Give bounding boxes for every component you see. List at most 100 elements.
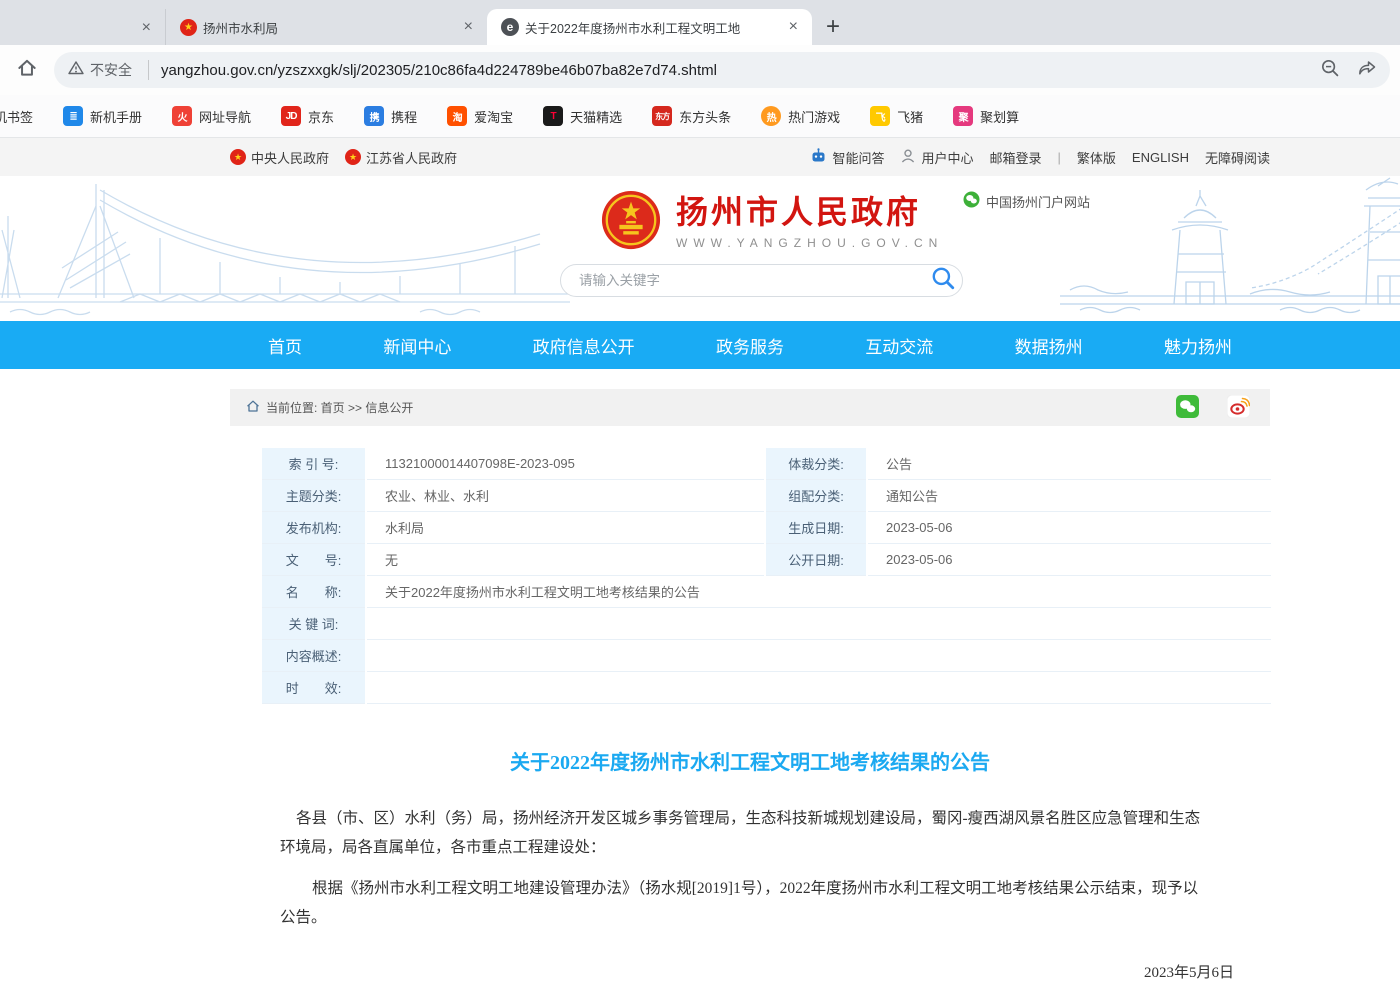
tmall-icon: T (543, 106, 563, 126)
bookmark-label: 机书签 (0, 107, 33, 126)
tab-announcement-active[interactable]: e 关于2022年度扬州市水利工程文明工地 × (487, 9, 812, 45)
partial-tab[interactable]: × (0, 11, 165, 45)
close-icon[interactable]: × (785, 17, 802, 37)
meta-label: 文 号: (262, 544, 365, 576)
bookmark-item[interactable]: JD 京东 (281, 106, 334, 126)
gov-link-label: 中央人民政府 (251, 148, 329, 167)
bookmark-label: 爱淘宝 (474, 107, 513, 126)
wechat-icon (963, 191, 980, 211)
page-content: 当前位置: 首页 >> 信息公开 索 引 号: 1132100001440709… (230, 389, 1270, 997)
meta-value: 农业、林业、水利 (367, 480, 764, 512)
site-search[interactable] (560, 264, 963, 297)
gov-link-label: 江苏省人民政府 (366, 148, 457, 167)
not-secure-warning-icon (68, 60, 84, 81)
meta-label: 生成日期: (766, 512, 866, 544)
user-center-link[interactable]: 用户中心 (900, 148, 973, 167)
mail-login-link[interactable]: 邮箱登录 (989, 148, 1041, 167)
new-tab-button[interactable]: + (826, 13, 840, 41)
article-date: 2023年5月6日 (230, 961, 1234, 982)
meta-value: 无 (367, 544, 764, 576)
nav-item-news[interactable]: 新闻中心 (383, 333, 451, 358)
bookmark-item[interactable]: 飞 飞猪 (870, 106, 923, 126)
site-title[interactable]: 扬州市人民政府 (676, 195, 943, 230)
bookmark-item[interactable]: 机书签 (0, 107, 33, 126)
smart-qa-label: 智能问答 (832, 148, 884, 167)
zoom-out-icon[interactable] (1320, 58, 1340, 83)
search-icon[interactable] (930, 265, 956, 296)
site-header-banner: 扬州市人民政府 WWW.YANGZHOU.GOV.CN 中国扬州门户网站 (0, 176, 1400, 321)
juhuasuan-icon: 聚 (953, 106, 973, 126)
bookmark-item[interactable]: ≣ 新机手册 (63, 106, 142, 126)
url-text[interactable]: yangzhou.gov.cn/yzszxxgk/slj/202305/210c… (161, 62, 1310, 79)
bookmark-item[interactable]: 热 热门游戏 (761, 106, 840, 126)
accessibility-label: 无障碍阅读 (1205, 148, 1270, 167)
divider: | (1058, 150, 1061, 165)
traditional-label: 繁体版 (1077, 148, 1116, 167)
robot-icon (810, 147, 827, 167)
nav-item-data[interactable]: 数据扬州 (1015, 333, 1083, 358)
nav-item-home[interactable]: 首页 (268, 333, 302, 358)
browser-toolbar: 不安全 yangzhou.gov.cn/yzszxxgk/slj/202305/… (0, 45, 1400, 95)
document-metadata-table: 索 引 号: 11321000014407098E-2023-095 体裁分类:… (262, 448, 1265, 704)
site-favicon-icon: e (501, 18, 519, 36)
tab-title: 关于2022年度扬州市水利工程文明工地 (525, 18, 779, 37)
nav-item-info-disclosure[interactable]: 政府信息公开 (533, 333, 635, 358)
security-label[interactable]: 不安全 (90, 60, 132, 80)
toutiao-icon: 东方 (652, 106, 672, 126)
wechat-share-icon[interactable] (1176, 395, 1199, 421)
bookmark-item[interactable]: 淘 爱淘宝 (447, 106, 513, 126)
nav-item-services[interactable]: 政务服务 (716, 333, 784, 358)
meta-label: 关 键 词: (262, 608, 365, 640)
home-breadcrumb-icon[interactable] (246, 399, 260, 416)
bookmark-item[interactable]: 携 携程 (364, 106, 417, 126)
nav-site-icon: 火 (172, 106, 192, 126)
search-input[interactable] (577, 272, 930, 289)
english-version-link[interactable]: ENGLISH (1132, 150, 1189, 165)
meta-label: 体裁分类: (766, 448, 866, 480)
bookmark-item[interactable]: 火 网址导航 (172, 106, 251, 126)
meta-value (367, 640, 1271, 672)
smart-qa-link[interactable]: 智能问答 (810, 147, 884, 167)
english-label: ENGLISH (1132, 150, 1189, 165)
gov-emblem-icon: ★ (345, 149, 361, 165)
meta-value: 通知公告 (868, 480, 1271, 512)
meta-value: 公告 (868, 448, 1271, 480)
portal-site-link[interactable]: 中国扬州门户网站 (963, 191, 1090, 211)
bookmark-item[interactable]: T 天猫精选 (543, 106, 622, 126)
main-navigation: 首页 新闻中心 政府信息公开 政务服务 互动交流 数据扬州 魅力扬州 (0, 321, 1400, 369)
bookmark-item[interactable]: 东方 东方头条 (652, 106, 731, 126)
bookmark-item[interactable]: 聚 聚划算 (953, 106, 1019, 126)
pagoda-sketch-decoration (1060, 176, 1400, 321)
bookmark-label: 携程 (391, 107, 417, 126)
jiangsu-gov-link[interactable]: ★ 江苏省人民政府 (345, 148, 457, 167)
bookmarks-bar: 机书签 ≣ 新机手册 火 网址导航 JD 京东 携 携程 淘 爱淘宝 T 天猫精… (0, 95, 1400, 138)
jd-icon: JD (281, 106, 301, 126)
home-icon[interactable] (16, 57, 38, 84)
article-paragraph: 根据《扬州市水利工程文明工地建设管理办法》（扬水规[2019]1号），2022年… (280, 875, 1212, 932)
portal-label: 中国扬州门户网站 (986, 192, 1090, 211)
meta-value: 水利局 (367, 512, 764, 544)
central-gov-link[interactable]: ★ 中央人民政府 (230, 148, 329, 167)
share-icon[interactable] (1356, 58, 1376, 83)
national-emblem-logo (600, 189, 662, 256)
address-bar[interactable]: 不安全 yangzhou.gov.cn/yzszxxgk/slj/202305/… (54, 52, 1390, 88)
close-icon[interactable]: × (138, 18, 155, 38)
tab-title: 扬州市水利局 (203, 18, 454, 37)
nav-item-interaction[interactable]: 互动交流 (865, 333, 933, 358)
nav-item-charm[interactable]: 魅力扬州 (1164, 333, 1232, 358)
ctrip-icon: 携 (364, 106, 384, 126)
weibo-share-icon[interactable] (1227, 395, 1250, 421)
bookmark-label: 热门游戏 (788, 107, 840, 126)
gov-emblem-favicon-icon: ★ (180, 19, 197, 36)
traditional-version-link[interactable]: 繁体版 (1077, 148, 1116, 167)
bridge-sketch-decoration (0, 176, 570, 321)
bookmark-label: 新机手册 (90, 107, 142, 126)
bookmark-label: 天猫精选 (570, 107, 622, 126)
breadcrumb: 当前位置: 首页 >> 信息公开 (230, 389, 1270, 426)
accessibility-link[interactable]: 无障碍阅读 (1205, 148, 1270, 167)
close-icon[interactable]: × (460, 17, 477, 37)
tab-shuiliju[interactable]: ★ 扬州市水利局 × (165, 9, 487, 45)
breadcrumb-text[interactable]: 当前位置: 首页 >> 信息公开 (266, 399, 413, 416)
meta-value: 11321000014407098E-2023-095 (367, 448, 764, 480)
games-icon: 热 (761, 106, 781, 126)
